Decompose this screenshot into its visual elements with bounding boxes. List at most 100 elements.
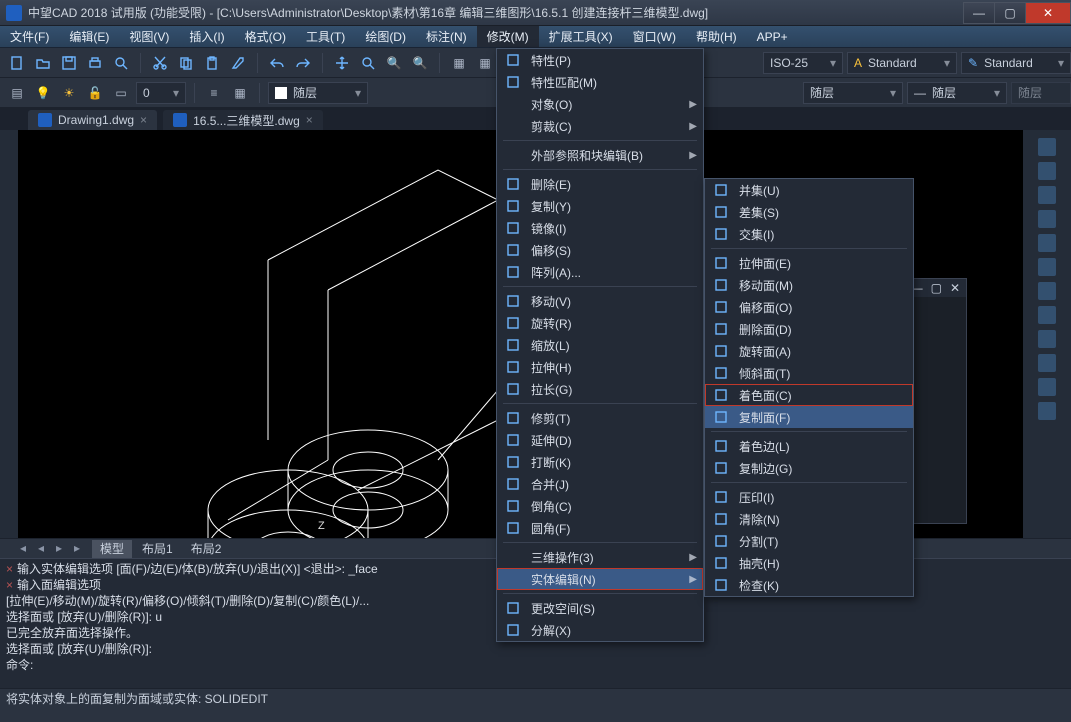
- pan-icon[interactable]: [331, 52, 353, 74]
- menu-item[interactable]: 合并(J): [497, 473, 703, 495]
- dimstyle-combo[interactable]: ISO-25▾: [763, 52, 843, 74]
- menu-item[interactable]: 镜像(I): [497, 217, 703, 239]
- layout-tab[interactable]: 布局1: [134, 540, 181, 558]
- menu-item[interactable]: 旋转面(A): [705, 340, 913, 362]
- menu-item[interactable]: 对象(O)▶: [497, 93, 703, 115]
- layout-nav-icon[interactable]: ◂: [38, 541, 54, 557]
- menu-item[interactable]: 着色面(C): [705, 384, 913, 406]
- float-close-icon[interactable]: ✕: [950, 281, 960, 295]
- new-icon[interactable]: [6, 52, 28, 74]
- rp-icon[interactable]: [1038, 162, 1056, 180]
- preview-icon[interactable]: [110, 52, 132, 74]
- menu-插入(I)[interactable]: 插入(I): [179, 26, 234, 47]
- grid2-icon[interactable]: ▦: [474, 52, 496, 74]
- menu-item[interactable]: 阵列(A)...: [497, 261, 703, 283]
- menu-item[interactable]: 延伸(D): [497, 429, 703, 451]
- menu-item[interactable]: 修剪(T): [497, 407, 703, 429]
- print-icon[interactable]: [84, 52, 106, 74]
- menu-item[interactable]: 复制边(G): [705, 457, 913, 479]
- menu-扩展工具(X)[interactable]: 扩展工具(X): [539, 26, 623, 47]
- menu-item[interactable]: 拉伸面(E): [705, 252, 913, 274]
- menu-item[interactable]: 分解(X): [497, 619, 703, 641]
- menu-item[interactable]: 压印(I): [705, 486, 913, 508]
- menu-item[interactable]: 拉伸(H): [497, 356, 703, 378]
- menu-item[interactable]: 抽壳(H): [705, 552, 913, 574]
- layer-state-icon[interactable]: ▦: [229, 82, 251, 104]
- menu-item[interactable]: 交集(I): [705, 223, 913, 245]
- menu-item[interactable]: 检查(K): [705, 574, 913, 596]
- menu-item[interactable]: 实体编辑(N)▶: [497, 568, 703, 590]
- color-combo[interactable]: 随层▾: [268, 82, 368, 104]
- cut-icon[interactable]: [149, 52, 171, 74]
- rp-icon[interactable]: [1038, 306, 1056, 324]
- menu-item[interactable]: 旋转(R): [497, 312, 703, 334]
- menu-item[interactable]: 删除面(D): [705, 318, 913, 340]
- zoom-window-icon[interactable]: 🔍: [383, 52, 405, 74]
- layout-tab[interactable]: 模型: [92, 540, 132, 558]
- menu-item[interactable]: 并集(U): [705, 179, 913, 201]
- maximize-button[interactable]: ▢: [994, 2, 1026, 24]
- menu-item[interactable]: 倒角(C): [497, 495, 703, 517]
- menu-item[interactable]: 三维操作(3)▶: [497, 546, 703, 568]
- menu-格式(O)[interactable]: 格式(O): [235, 26, 296, 47]
- menu-工具(T)[interactable]: 工具(T): [296, 26, 355, 47]
- menu-item[interactable]: 缩放(L): [497, 334, 703, 356]
- textstyle1-combo[interactable]: AStandard▾: [847, 52, 957, 74]
- match-icon[interactable]: [227, 52, 249, 74]
- grid1-icon[interactable]: ▦: [448, 52, 470, 74]
- paste-icon[interactable]: [201, 52, 223, 74]
- rp-icon[interactable]: [1038, 402, 1056, 420]
- close-button[interactable]: ✕: [1025, 2, 1071, 24]
- menu-文件(F)[interactable]: 文件(F): [0, 26, 59, 47]
- rp-icon[interactable]: [1038, 138, 1056, 156]
- zoom-icon[interactable]: [357, 52, 379, 74]
- menu-item[interactable]: 偏移(S): [497, 239, 703, 261]
- undo-icon[interactable]: [266, 52, 288, 74]
- layout-nav-icon[interactable]: ◂: [20, 541, 36, 557]
- menu-编辑(E)[interactable]: 编辑(E): [59, 26, 119, 47]
- menu-标注(N)[interactable]: 标注(N): [416, 26, 477, 47]
- menu-item[interactable]: 偏移面(O): [705, 296, 913, 318]
- layer-freeze-icon[interactable]: ☀: [58, 82, 80, 104]
- tab-close-icon[interactable]: ×: [306, 113, 313, 127]
- menu-APP+[interactable]: APP+: [747, 26, 798, 47]
- float-maximize-icon[interactable]: ▢: [931, 281, 942, 295]
- menu-item[interactable]: 外部参照和块编辑(B)▶: [497, 144, 703, 166]
- linetype-combo[interactable]: 随层▾: [803, 82, 903, 104]
- menu-窗口(W)[interactable]: 窗口(W): [623, 26, 686, 47]
- menu-视图(V)[interactable]: 视图(V): [119, 26, 179, 47]
- menu-绘图(D)[interactable]: 绘图(D): [355, 26, 416, 47]
- rp-icon[interactable]: [1038, 258, 1056, 276]
- rp-icon[interactable]: [1038, 354, 1056, 372]
- doc-tab[interactable]: 16.5...三维模型.dwg×: [163, 110, 323, 130]
- redo-icon[interactable]: [292, 52, 314, 74]
- layer-color-icon[interactable]: ▭: [110, 82, 132, 104]
- layout-nav-icon[interactable]: ▸: [56, 541, 72, 557]
- menu-item[interactable]: 分割(T): [705, 530, 913, 552]
- layer-lock-icon[interactable]: 🔓: [84, 82, 106, 104]
- open-icon[interactable]: [32, 52, 54, 74]
- menu-修改(M)[interactable]: 修改(M): [477, 26, 539, 47]
- menu-item[interactable]: 删除(E): [497, 173, 703, 195]
- rp-icon[interactable]: [1038, 282, 1056, 300]
- rp-icon[interactable]: [1038, 210, 1056, 228]
- layer-tools-icon[interactable]: ≡: [203, 82, 225, 104]
- menu-item[interactable]: 剪裁(C)▶: [497, 115, 703, 137]
- zoom-prev-icon[interactable]: 🔍: [409, 52, 431, 74]
- menu-item[interactable]: 复制面(F): [705, 406, 913, 428]
- layout-tab[interactable]: 布局2: [183, 540, 230, 558]
- textstyle2-combo[interactable]: ✎Standard▾: [961, 52, 1071, 74]
- layout-nav-icon[interactable]: ▸: [74, 541, 90, 557]
- menu-item[interactable]: 更改空间(S): [497, 597, 703, 619]
- menu-item[interactable]: 移动(V): [497, 290, 703, 312]
- menu-item[interactable]: 特性匹配(M): [497, 71, 703, 93]
- menu-item[interactable]: 特性(P): [497, 49, 703, 71]
- plotstyle-combo[interactable]: 随层: [1011, 82, 1071, 104]
- tab-close-icon[interactable]: ×: [140, 113, 147, 127]
- layer-on-icon[interactable]: 💡: [32, 82, 54, 104]
- copy-icon[interactable]: [175, 52, 197, 74]
- menu-item[interactable]: 着色边(L): [705, 435, 913, 457]
- menu-item[interactable]: 差集(S): [705, 201, 913, 223]
- rp-icon[interactable]: [1038, 378, 1056, 396]
- save-icon[interactable]: [58, 52, 80, 74]
